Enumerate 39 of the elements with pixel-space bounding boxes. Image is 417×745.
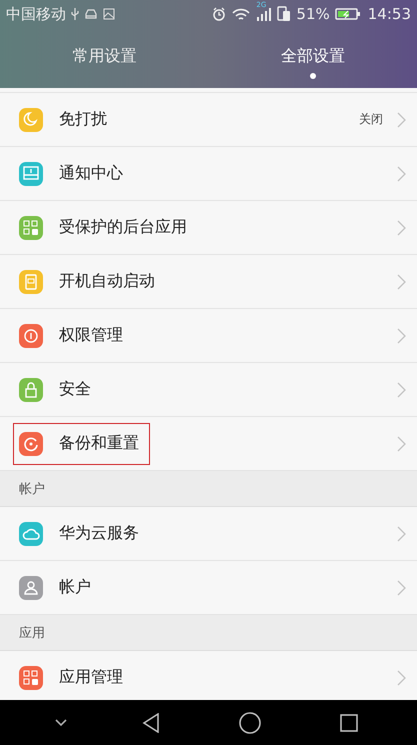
- chevron-icon: [397, 328, 406, 344]
- row-label: 帐户: [59, 577, 92, 598]
- row-label: 备份和重置: [59, 433, 140, 454]
- row-label: 受保护的后台应用: [59, 217, 188, 238]
- sim-card-icon: [277, 6, 292, 22]
- chevron-icon: [397, 166, 406, 182]
- row-label: 华为云服务: [59, 523, 140, 544]
- section-header: 帐户: [0, 471, 417, 507]
- tab[interactable]: 全部设置: [208, 28, 417, 88]
- alarm-icon: [212, 7, 226, 21]
- image-icon: [103, 8, 115, 20]
- battery-charging-icon: [334, 7, 361, 21]
- chevron-icon: [397, 436, 406, 452]
- chevron-icon: [397, 274, 406, 290]
- chevron-icon: [397, 382, 406, 398]
- row-label: 开机自动启动: [59, 271, 156, 292]
- row-label: 通知中心: [59, 163, 124, 184]
- wifi-icon: [231, 7, 252, 21]
- chevron-icon: [397, 220, 406, 236]
- chevron-down-icon: [55, 718, 68, 726]
- chevron-icon: [397, 112, 406, 128]
- tab[interactable]: 常用设置: [0, 28, 208, 88]
- chevron-icon: [397, 670, 406, 686]
- chevron-icon: [397, 580, 406, 596]
- row-label: 权限管理: [59, 325, 124, 346]
- row-label: 应用管理: [59, 667, 124, 688]
- chevron-icon: [397, 526, 406, 542]
- row-value: 关闭: [359, 111, 383, 128]
- row-label: 免打扰: [59, 109, 108, 130]
- recents-icon: [340, 714, 358, 732]
- usb-icon: [71, 7, 79, 21]
- carrier-name: 中国移动: [6, 4, 66, 24]
- section-header: 应用: [0, 615, 417, 651]
- home-icon: [238, 712, 261, 734]
- battery-percent: 51%: [296, 5, 330, 23]
- clock-time: 14:53: [368, 5, 411, 23]
- back-icon: [142, 712, 160, 732]
- signal-icon: [256, 7, 272, 21]
- row-label: 安全: [59, 379, 92, 400]
